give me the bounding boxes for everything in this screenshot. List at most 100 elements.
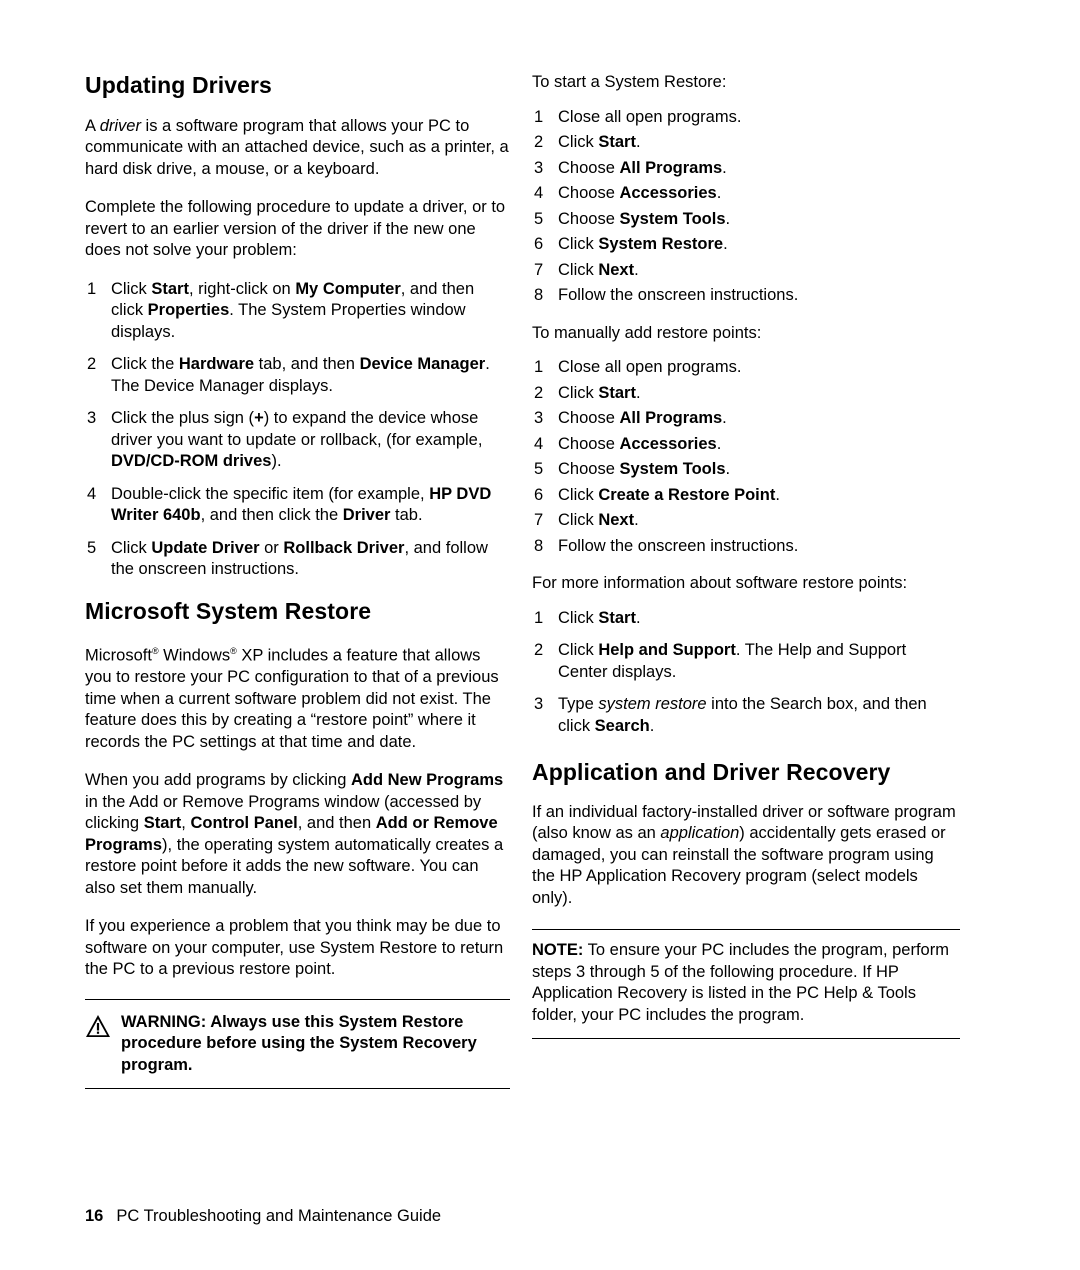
warning-callout: WARNING: Always use this System Restore … — [85, 998, 510, 1090]
list-item: 3 Choose All Programs. — [532, 158, 960, 180]
paragraph-driver-definition: A driver is a software program that allo… — [85, 116, 510, 181]
list-item-text: Follow the onscreen instructions. — [558, 536, 799, 555]
list-item-number: 8 — [534, 536, 544, 555]
list-item: 7 Click Next. — [532, 260, 960, 282]
list-item: 5 Click Update Driver or Rollback Driver,… — [85, 538, 510, 581]
list-item: 4 Choose Accessories. — [532, 183, 960, 205]
list-item-number: 3 — [534, 158, 544, 177]
list-item-text: Choose All Programs. — [558, 409, 727, 427]
list-item-number: 6 — [534, 235, 544, 253]
warning-triangle-icon — [85, 1014, 111, 1038]
steps-update-driver: 1 Click Start, right-click on My Computer… — [85, 279, 510, 581]
list-item-text: Click Start. — [558, 133, 641, 151]
list-item-text: Click Next. — [558, 511, 639, 529]
paragraph-text-post: is a software program that allows your P… — [85, 116, 509, 178]
list-item-text: Click the Hardware tab, and then Device … — [111, 355, 490, 395]
intro-more-information: For more information about software rest… — [532, 574, 908, 592]
paragraph-system-restore-2: When you add programs by clicking Add Ne… — [85, 771, 504, 897]
heading-microsoft-system-restore: Microsoft System Restore — [85, 597, 372, 624]
list-item-text: Choose All Programs. — [558, 158, 727, 177]
list-item: 1 Close all open programs. — [532, 107, 960, 129]
list-item-number: 3 — [534, 409, 544, 427]
list-item-number: 4 — [534, 434, 544, 453]
document-page: Updating Drivers A driver is a software … — [0, 0, 1080, 1270]
list-item: 1 Close all open programs. — [532, 357, 960, 379]
list-item: 2 Click the Hardware tab, and then Device… — [85, 354, 510, 397]
warning-text: WARNING: Always use this System Restore … — [121, 1012, 477, 1074]
list-item-number: 4 — [87, 484, 97, 503]
list-item: 8 Follow the onscreen instructions. — [532, 536, 960, 558]
list-item: 3 Click the plus sign (+) to expand the d… — [85, 408, 510, 473]
heading-updating-drivers: Updating Drivers — [85, 72, 272, 98]
steps-start-system-restore: 1 Close all open programs. 2 Click Start. 3 C… — [532, 107, 960, 307]
page-footer: 16 PC Troubleshooting and Maintenance Gui… — [85, 1207, 441, 1226]
list-item-text: Click Create a Restore Point. — [558, 485, 780, 504]
list-item-text: Click Update Driver or Rollback Driver, … — [111, 538, 488, 579]
footer-title: PC Troubleshooting and Maintenance Guide — [116, 1207, 442, 1225]
note-bottom-rule — [532, 1038, 960, 1040]
list-item: 2 Click Start. — [532, 383, 960, 405]
list-item: 7 Click Next. — [532, 510, 960, 532]
intro-manual-restore-points: To manually add restore points: — [532, 323, 762, 342]
list-item-number: 5 — [534, 460, 544, 478]
list-item: 5 Choose System Tools. — [532, 209, 960, 231]
paragraph-text-pre: A — [85, 116, 100, 135]
list-item-text: Choose System Tools. — [558, 460, 731, 478]
warning-bottom-rule — [85, 1088, 510, 1090]
list-item-number: 4 — [534, 184, 544, 202]
list-item-text: Choose Accessories. — [558, 434, 722, 453]
list-item-number: 7 — [534, 511, 544, 529]
list-item-text: Choose Accessories. — [558, 184, 722, 202]
list-item-number: 2 — [534, 383, 544, 402]
list-item-text: Click Next. — [558, 260, 639, 279]
list-item: 4 Choose Accessories. — [532, 434, 960, 456]
list-item: 1 Click Start, right-click on My Computer… — [85, 279, 510, 344]
intro-start-system-restore: To start a System Restore: — [532, 73, 727, 91]
steps-manual-restore-points: 1 Close all open programs. 2 Click Start. 3 C… — [532, 357, 960, 557]
list-item-text: Click the plus sign (+) to expand the de… — [111, 409, 483, 471]
paragraph-system-restore-3: If you experience a problem that you thi… — [85, 917, 504, 979]
list-item-text: Click Start. — [558, 608, 641, 627]
list-item: 2 Click Start. — [532, 132, 960, 154]
list-item-text: Click Start, right-click on My Computer,… — [111, 279, 475, 341]
paragraph-update-intro: Complete the following procedure to upda… — [85, 198, 506, 260]
list-item-number: 1 — [534, 358, 544, 376]
list-item-text: Click System Restore. — [558, 235, 728, 253]
list-item-text: Follow the onscreen instructions. — [558, 286, 799, 304]
list-item-text: Close all open programs. — [558, 107, 742, 126]
list-item-text: Click Help and Support. The Help and Sup… — [558, 641, 907, 681]
list-item: 3 Type system restore into the Search box… — [532, 694, 960, 737]
note-text: NOTE: To ensure your PC includes the pro… — [532, 941, 949, 1024]
list-item-number: 2 — [534, 133, 544, 151]
list-item-number: 6 — [534, 485, 544, 504]
steps-more-information: 1 Click Start. 2 Click Help and Support. Th… — [532, 608, 960, 738]
footer-page-number: 16 — [85, 1207, 104, 1225]
list-item: 3 Choose All Programs. — [532, 408, 960, 430]
emphasis-driver: driver — [99, 116, 141, 135]
left-column: Updating Drivers A driver is a software … — [85, 72, 510, 1090]
list-item-number: 5 — [534, 209, 544, 228]
list-item-text: Type system restore into the Search box,… — [558, 695, 927, 735]
list-item: 2 Click Help and Support. The Help and Su… — [532, 640, 960, 683]
list-item-number: 3 — [534, 695, 544, 713]
list-item-number: 1 — [534, 608, 544, 627]
list-item-text: Close all open programs. — [558, 358, 742, 376]
list-item-number: 5 — [87, 538, 97, 557]
note-callout: NOTE: To ensure your PC includes the pro… — [532, 929, 960, 1040]
list-item-number: 8 — [534, 286, 544, 304]
list-item-number: 7 — [534, 260, 544, 279]
paragraph-application-recovery: If an individual factory-installed drive… — [532, 802, 956, 907]
list-item: 8 Follow the onscreen instructions. — [532, 285, 960, 307]
list-item-number: 1 — [87, 279, 97, 298]
list-item-number: 3 — [87, 409, 97, 428]
list-item-text: Choose System Tools. — [558, 209, 731, 228]
list-item-number: 2 — [534, 641, 544, 659]
list-item-text: Double-click the specific item (for exam… — [111, 484, 492, 525]
list-item-text: Click Start. — [558, 383, 641, 402]
heading-application-driver-recovery: Application and Driver Recovery — [532, 759, 891, 785]
list-item: 4 Double-click the specific item (for exa… — [85, 484, 510, 527]
list-item: 5 Choose System Tools. — [532, 459, 960, 481]
paragraph-system-restore-1: Microsoft® Windows® XP includes a featur… — [85, 646, 499, 751]
list-item: 6 Click System Restore. — [532, 234, 960, 256]
list-item-number: 1 — [534, 107, 544, 126]
